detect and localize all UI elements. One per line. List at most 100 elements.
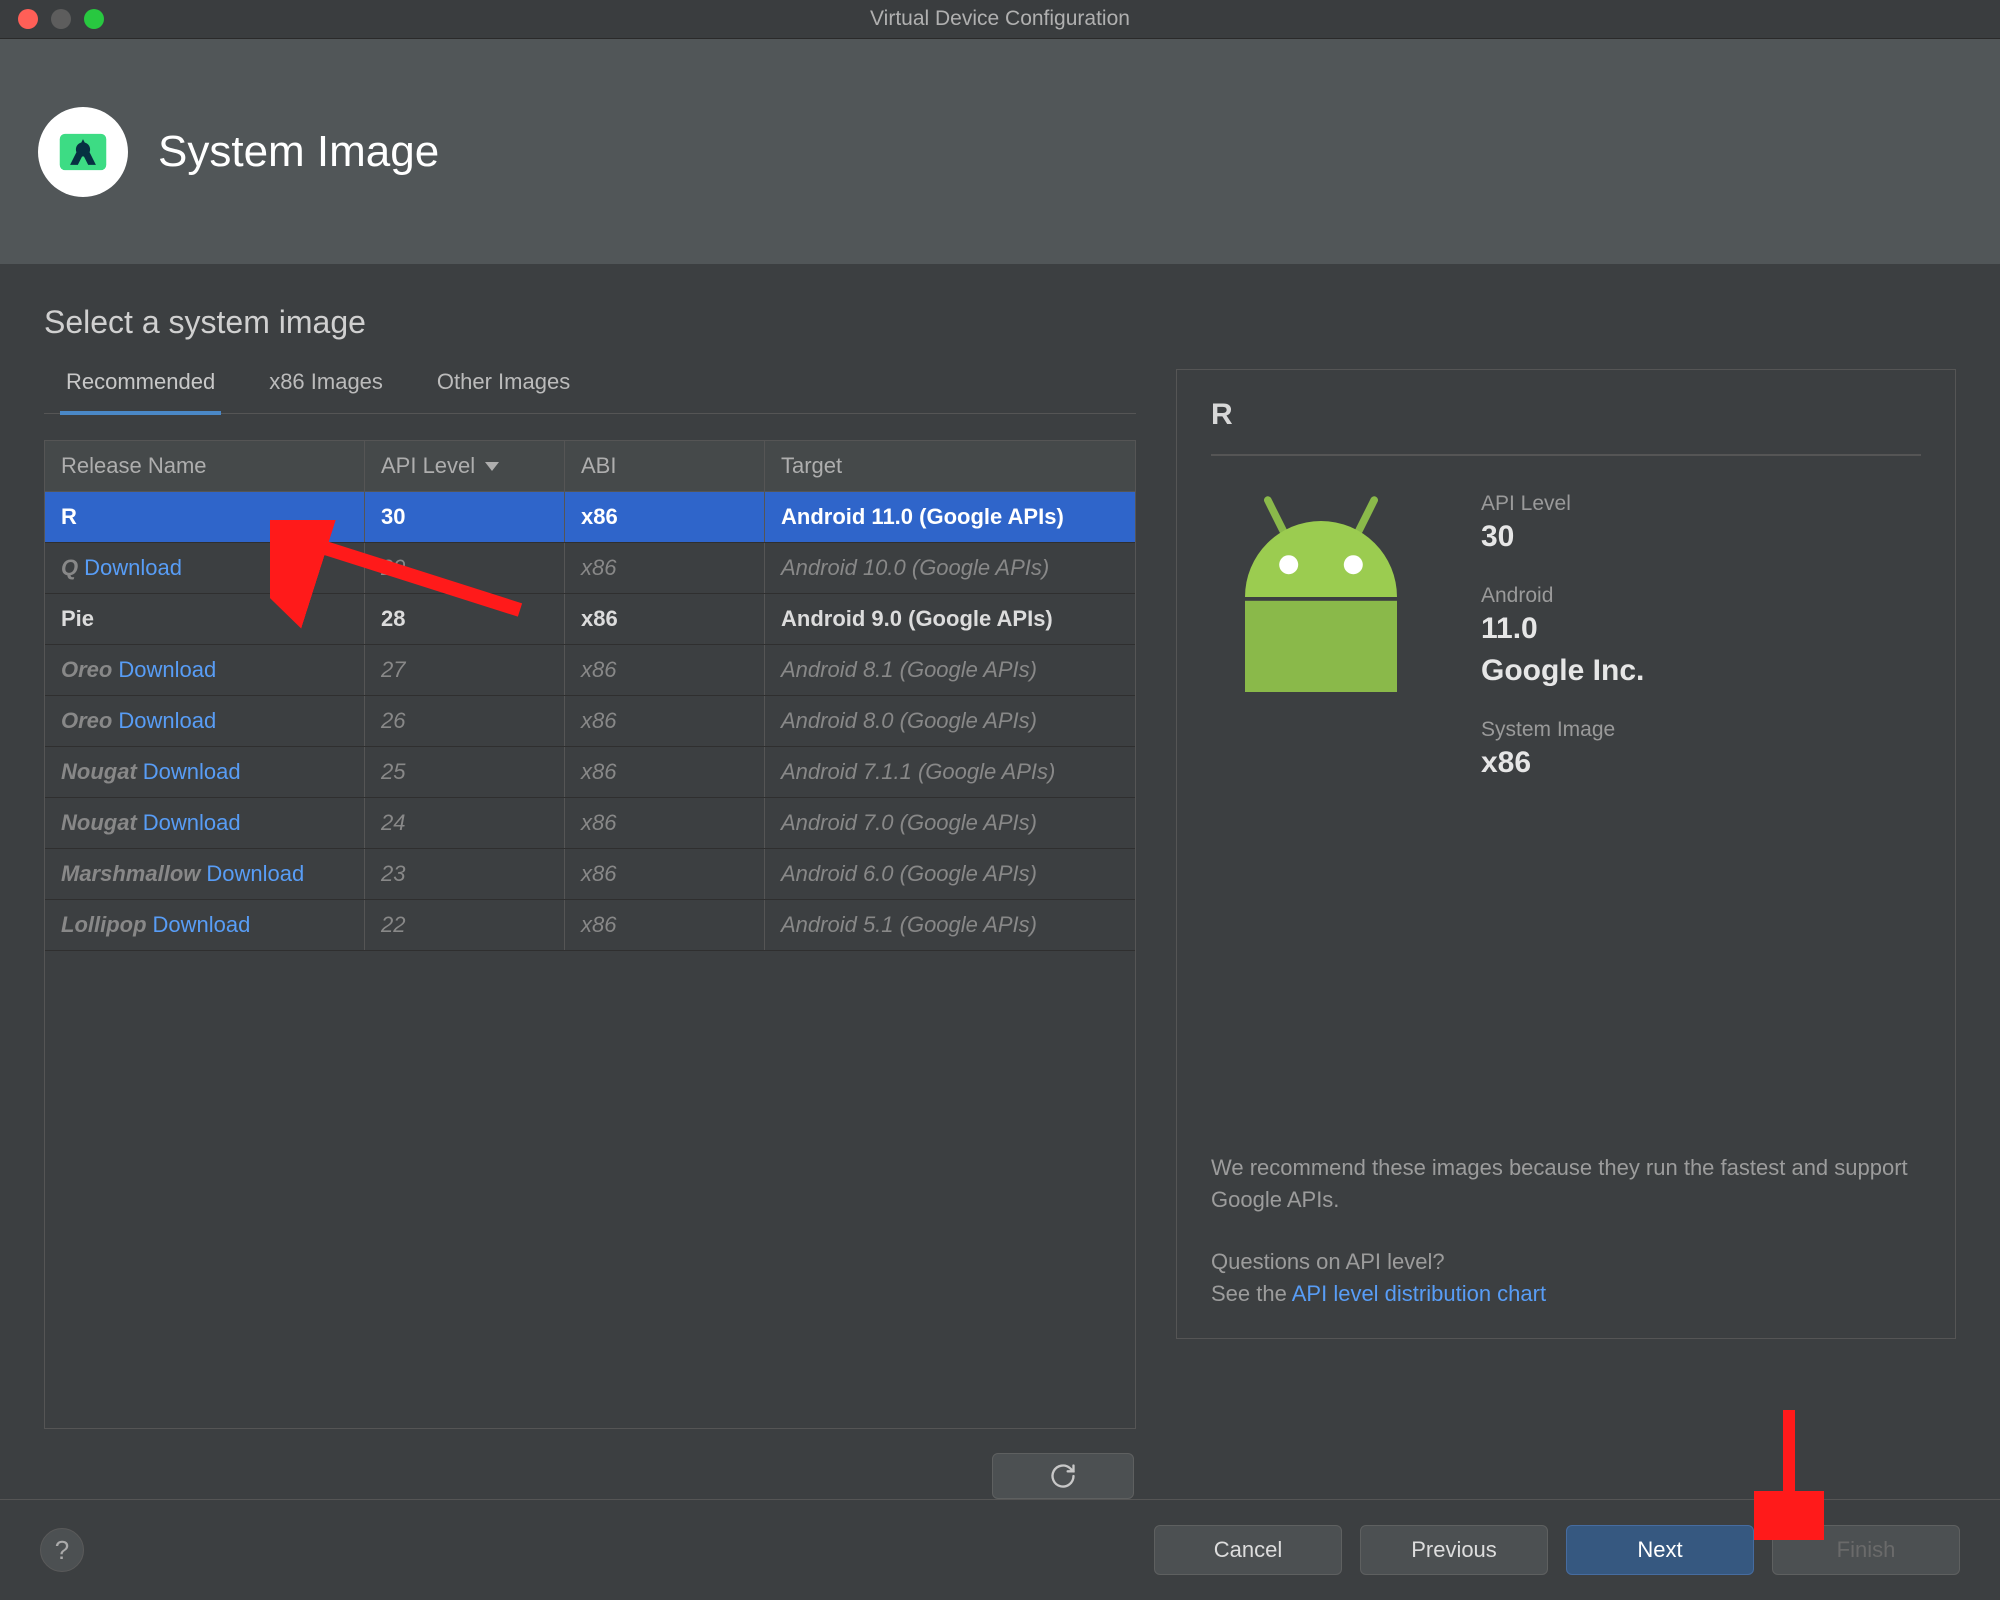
detail-system-image-abi: x86: [1481, 746, 1644, 780]
release-name: Q: [61, 555, 78, 580]
footer-buttons: Cancel Previous Next Finish: [1154, 1525, 1960, 1575]
tab-x86-images[interactable]: x86 Images: [263, 369, 389, 413]
cell-abi: x86: [565, 645, 765, 695]
detail-system-image: System Image x86: [1481, 718, 1644, 780]
table-row[interactable]: MarshmallowDownload23x86Android 6.0 (Goo…: [45, 849, 1135, 900]
detail-system-image-label: System Image: [1481, 718, 1644, 742]
release-name: R: [61, 504, 77, 529]
cell-release: OreoDownload: [45, 645, 365, 695]
right-column: R: [1176, 369, 1956, 1499]
col-header-target[interactable]: Target: [765, 441, 1135, 491]
table-row[interactable]: QDownload 29x86Android 10.0 (Google APIs): [45, 543, 1135, 594]
cell-abi: x86: [565, 543, 765, 593]
cell-abi: x86: [565, 594, 765, 644]
download-link[interactable]: Download: [143, 810, 241, 835]
finish-button: Finish: [1772, 1525, 1960, 1575]
api-distribution-chart-link[interactable]: API level distribution chart: [1292, 1281, 1546, 1306]
release-name: Nougat: [61, 759, 137, 784]
cell-release: MarshmallowDownload: [45, 849, 365, 899]
release-name: Oreo: [61, 708, 112, 733]
cell-abi: x86: [565, 492, 765, 542]
col-header-abi[interactable]: ABI: [565, 441, 765, 491]
detail-android-version: 11.0: [1481, 612, 1644, 646]
cell-target: Android 7.0 (Google APIs): [765, 798, 1135, 848]
table-row[interactable]: NougatDownload25x86Android 7.1.1 (Google…: [45, 747, 1135, 798]
cell-api-level: 23: [365, 849, 565, 899]
sort-desc-icon: [485, 462, 499, 471]
table-row[interactable]: OreoDownload27x86Android 8.1 (Google API…: [45, 645, 1135, 696]
col-header-api-label: API Level: [381, 453, 475, 479]
page-header: System Image: [0, 39, 2000, 264]
tab-recommended[interactable]: Recommended: [60, 369, 221, 415]
section-subtitle: Select a system image: [44, 304, 1956, 341]
android-studio-icon: [38, 107, 128, 197]
detail-api-level-value: 30: [1481, 520, 1644, 554]
cancel-button[interactable]: Cancel: [1154, 1525, 1342, 1575]
titlebar: Virtual Device Configuration: [0, 0, 2000, 39]
cell-target: Android 10.0 (Google APIs): [765, 543, 1135, 593]
close-window-button[interactable]: [18, 9, 38, 29]
cell-abi: x86: [565, 696, 765, 746]
refresh-row: [44, 1453, 1136, 1499]
release-name: Lollipop: [61, 912, 147, 937]
table-body: R30x86Android 11.0 (Google APIs)QDownloa…: [45, 492, 1135, 1428]
detail-see-the: See the: [1211, 1281, 1292, 1306]
cell-abi: x86: [565, 747, 765, 797]
detail-note: We recommend these images because they r…: [1211, 1152, 1921, 1310]
cell-abi: x86: [565, 849, 765, 899]
detail-grid: API Level 30 Android 11.0 Google Inc. Sy…: [1211, 492, 1921, 780]
table-row[interactable]: OreoDownload26x86Android 8.0 (Google API…: [45, 696, 1135, 747]
help-icon: ?: [55, 1535, 69, 1566]
download-link[interactable]: Download: [118, 657, 216, 682]
left-column: Recommended x86 Images Other Images Releas…: [44, 369, 1136, 1499]
download-link[interactable]: Download: [84, 555, 182, 580]
cell-release: R: [45, 492, 365, 542]
download-link[interactable]: Download: [153, 912, 251, 937]
dialog-footer: ? Cancel Previous Next Finish: [0, 1499, 2000, 1600]
detail-api-level: API Level 30: [1481, 492, 1644, 554]
detail-recommend-text: We recommend these images because they r…: [1211, 1152, 1921, 1216]
next-button[interactable]: Next: [1566, 1525, 1754, 1575]
col-header-api-level[interactable]: API Level: [365, 441, 565, 491]
detail-properties: API Level 30 Android 11.0 Google Inc. Sy…: [1481, 492, 1644, 780]
tab-other-images[interactable]: Other Images: [431, 369, 576, 413]
cell-api-level: 29: [365, 543, 565, 593]
detail-api-level-label: API Level: [1481, 492, 1644, 516]
detail-questions-text: Questions on API level?: [1211, 1246, 1921, 1278]
refresh-button[interactable]: [992, 1453, 1134, 1499]
cell-release: NougatDownload: [45, 798, 365, 848]
cell-release: NougatDownload: [45, 747, 365, 797]
system-image-table: Release Name API Level ABI Target R30x86…: [44, 440, 1136, 1429]
cell-target: Android 6.0 (Google APIs): [765, 849, 1135, 899]
cell-api-level: 22: [365, 900, 565, 950]
content-row: Recommended x86 Images Other Images Releas…: [44, 369, 1956, 1499]
detail-panel: R: [1176, 369, 1956, 1339]
cell-abi: x86: [565, 798, 765, 848]
maximize-window-button[interactable]: [84, 9, 104, 29]
col-header-release[interactable]: Release Name: [45, 441, 365, 491]
cell-abi: x86: [565, 900, 765, 950]
cell-release: OreoDownload: [45, 696, 365, 746]
release-name: Pie: [61, 606, 94, 631]
detail-vendor: Google Inc.: [1481, 654, 1644, 688]
download-link[interactable]: Download: [118, 708, 216, 733]
table-row[interactable]: LollipopDownload22x86Android 5.1 (Google…: [45, 900, 1135, 951]
cell-target: Android 9.0 (Google APIs): [765, 594, 1135, 644]
previous-button[interactable]: Previous: [1360, 1525, 1548, 1575]
download-link[interactable]: Download: [206, 861, 304, 886]
cell-release: Pie: [45, 594, 365, 644]
cell-target: Android 7.1.1 (Google APIs): [765, 747, 1135, 797]
help-button[interactable]: ?: [40, 1528, 84, 1572]
cell-target: Android 8.0 (Google APIs): [765, 696, 1135, 746]
refresh-icon: [1049, 1462, 1077, 1490]
body: Select a system image Recommended x86 Ima…: [0, 264, 2000, 1499]
cell-api-level: 25: [365, 747, 565, 797]
table-row[interactable]: NougatDownload24x86Android 7.0 (Google A…: [45, 798, 1135, 849]
cell-api-level: 27: [365, 645, 565, 695]
minimize-window-button[interactable]: [51, 9, 71, 29]
detail-android: Android 11.0 Google Inc.: [1481, 584, 1644, 688]
table-row[interactable]: Pie28x86Android 9.0 (Google APIs): [45, 594, 1135, 645]
download-link[interactable]: Download: [143, 759, 241, 784]
release-name: Marshmallow: [61, 861, 200, 886]
table-row[interactable]: R30x86Android 11.0 (Google APIs): [45, 492, 1135, 543]
